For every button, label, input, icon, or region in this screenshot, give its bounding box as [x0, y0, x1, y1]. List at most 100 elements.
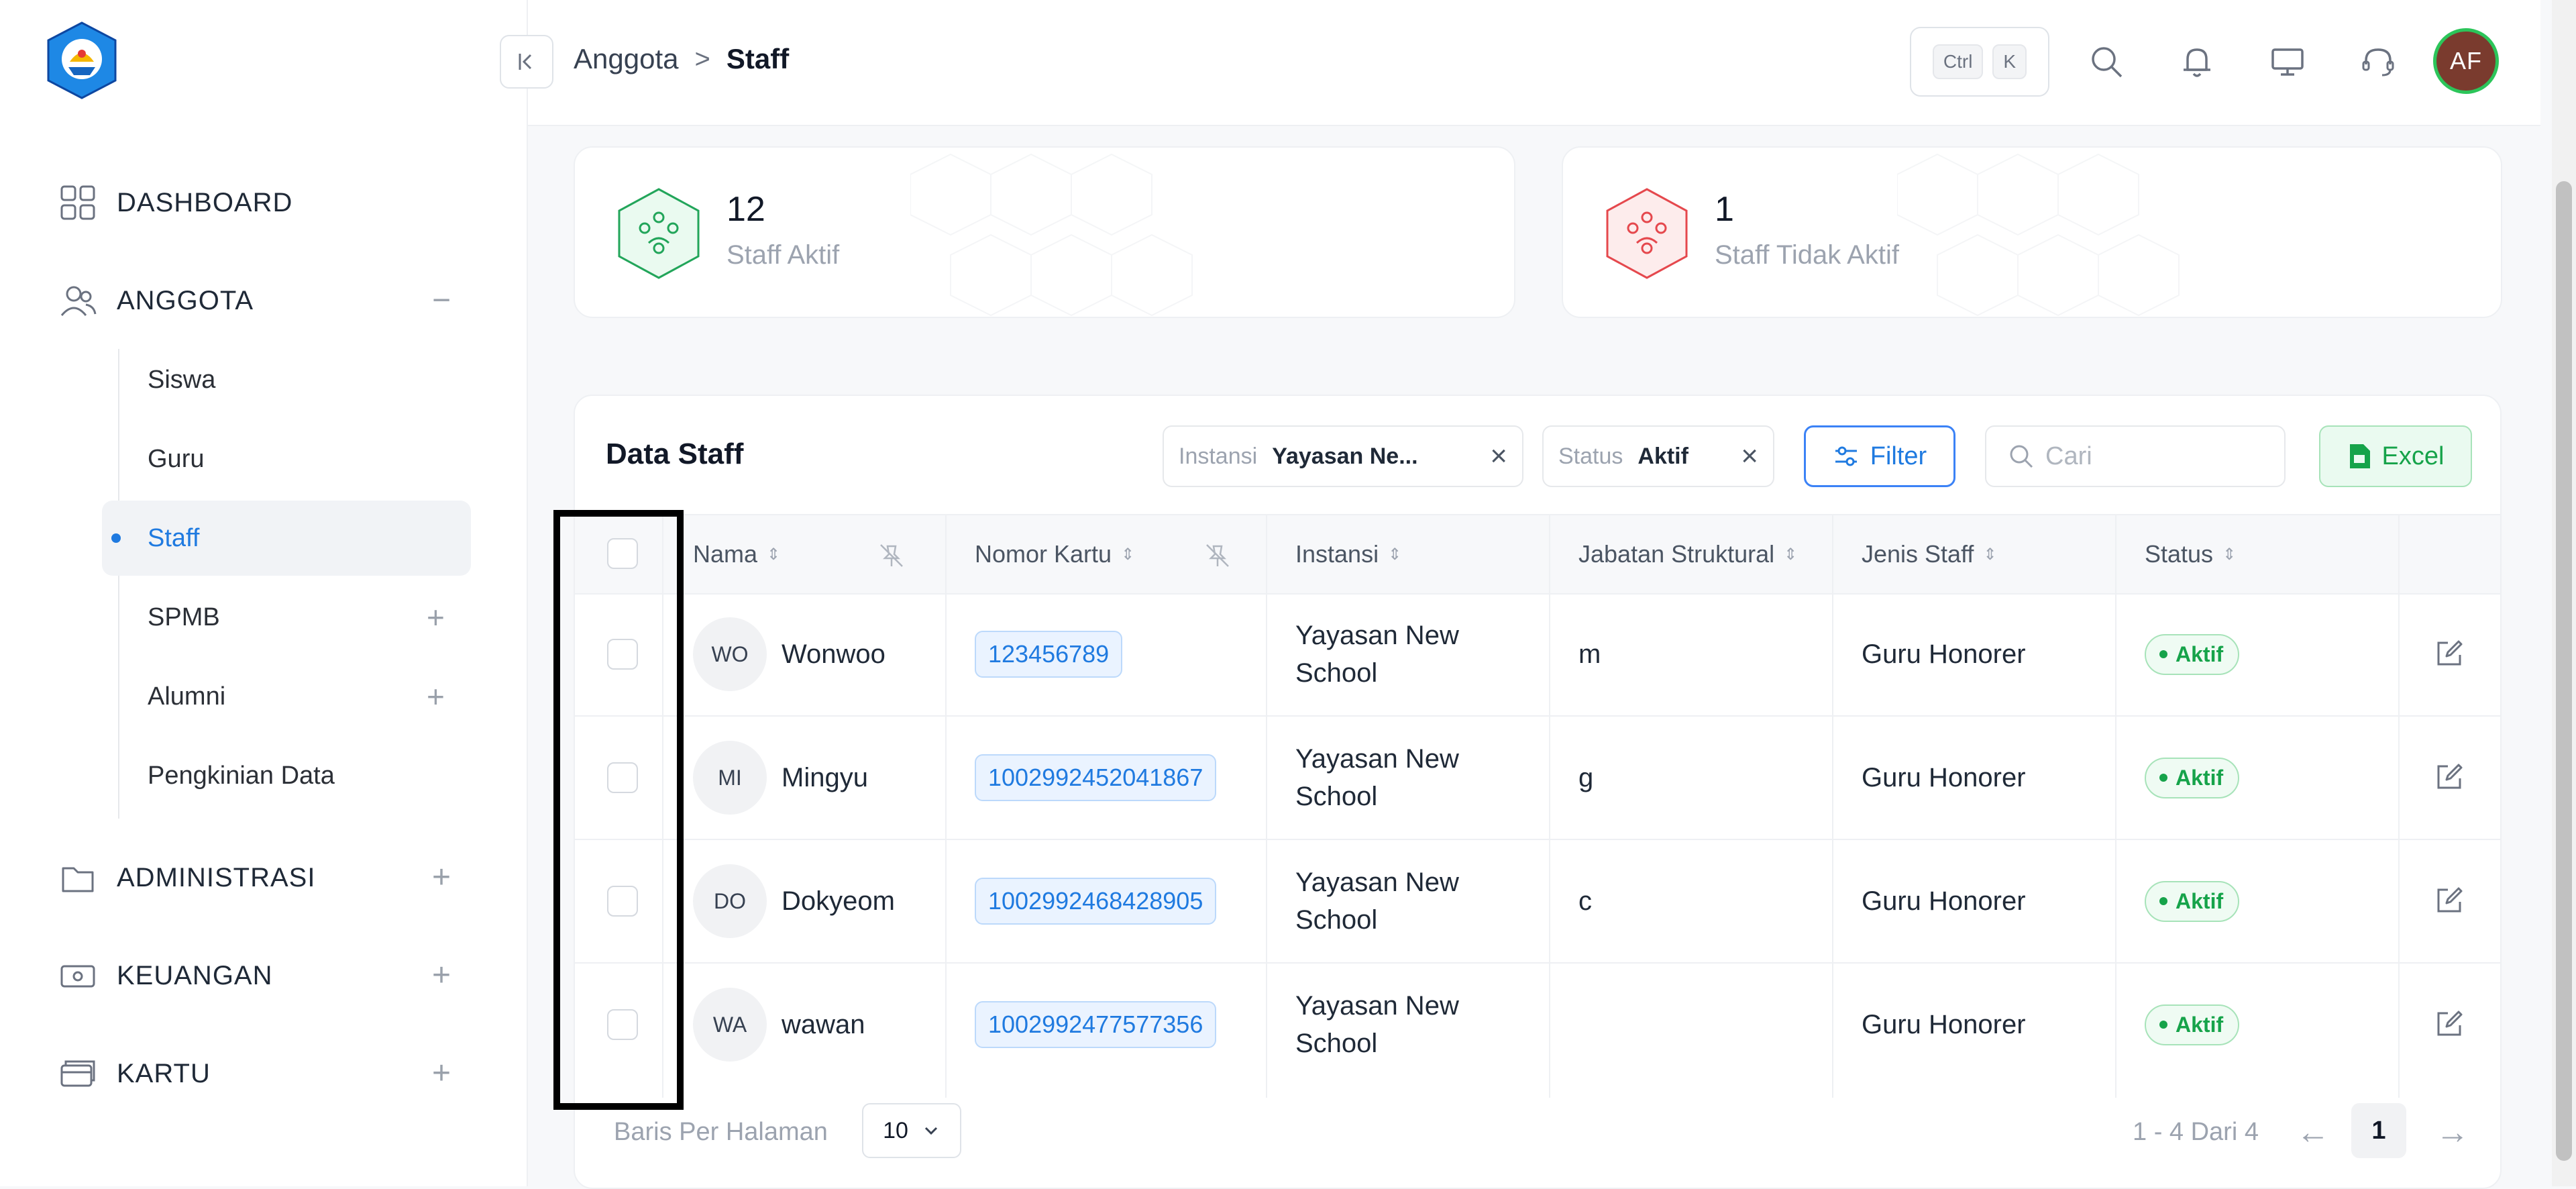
nav-kartu[interactable]: KARTU + [0, 1047, 527, 1100]
sidebar-item-pengkinian-data[interactable]: Pengkinian Data [102, 738, 471, 813]
user-avatar[interactable]: AF [2433, 28, 2499, 94]
export-excel-button[interactable]: Excel [2319, 425, 2472, 487]
cell-nomor-kartu: 123456789 [975, 593, 1123, 715]
next-page-arrow-icon[interactable]: → [2436, 1113, 2469, 1151]
table-row[interactable]: DO Dokyeom 1002992468428905 Yayasan New S… [575, 840, 2500, 964]
close-icon[interactable]: × [1490, 440, 1507, 473]
rows-per-page-select[interactable]: 10 [862, 1103, 961, 1158]
prev-page-arrow-icon[interactable]: ← [2296, 1113, 2330, 1151]
edit-icon[interactable] [2433, 637, 2465, 670]
nav-label-anggota: ANGGOTA [117, 285, 254, 315]
status-text: Aktif [2176, 765, 2224, 790]
column-header-instansi[interactable]: Instansi ⇕ [1295, 515, 1401, 593]
row-checkbox[interactable] [607, 639, 638, 670]
select-all-checkbox[interactable] [607, 538, 638, 569]
monitor-icon[interactable] [2269, 43, 2306, 81]
sort-icon[interactable]: ⇕ [1983, 545, 1996, 564]
sort-icon[interactable]: ⇕ [1388, 545, 1401, 564]
row-checkbox[interactable] [607, 1009, 638, 1040]
table-row[interactable]: MI Mingyu 1002992452041867 Yayasan New Sc… [575, 717, 2500, 840]
column-header-jabatan[interactable]: Jabatan Struktural ⇕ [1578, 515, 1797, 593]
column-header-jenis-staff[interactable]: Jenis Staff ⇕ [1862, 515, 1997, 593]
sidebar-item-spmb[interactable]: SPMB + [102, 580, 471, 655]
table-row[interactable]: WA wawan 1002992477577356 Yayasan New Sch… [575, 964, 2500, 1086]
filter-button[interactable]: Filter [1804, 425, 1955, 487]
card-number-badge[interactable]: 123456789 [975, 631, 1123, 678]
unpin-icon[interactable] [878, 542, 905, 569]
headset-icon[interactable] [2359, 43, 2397, 81]
topbar [528, 0, 2540, 126]
table-footer: Baris Per Halaman 10 1 - 4 Dari 4 ← 1 → [575, 1094, 2500, 1188]
collapse-icon[interactable]: − [427, 285, 456, 317]
row-checkbox[interactable] [607, 886, 638, 917]
collapse-sidebar-button[interactable] [500, 35, 553, 89]
sidebar-item-staff[interactable]: Staff [102, 501, 471, 576]
chip-value: Yayasan Ne... [1272, 443, 1418, 469]
cell-jabatan: m [1578, 639, 1601, 669]
grid-icon [60, 185, 95, 220]
filter-chip-instansi[interactable]: Instansi Yayasan Ne... × [1163, 425, 1523, 487]
sort-icon[interactable]: ⇕ [1784, 545, 1797, 564]
stat-card-active: 12 Staff Aktif [574, 146, 1515, 318]
staff-name: Wonwoo [782, 639, 885, 669]
chevron-down-icon [924, 1127, 937, 1135]
status-badge: Aktif [2145, 880, 2240, 922]
table-row[interactable]: WO Wonwoo 123456789 Yayasan New School m … [575, 593, 2500, 717]
sort-icon[interactable]: ⇕ [2222, 545, 2236, 564]
expand-icon[interactable]: + [427, 678, 445, 715]
card-number-badge[interactable]: 1002992452041867 [975, 754, 1217, 801]
search-field[interactable] [1985, 425, 2286, 487]
avatar: WA [693, 988, 767, 1062]
cell-nama: WO Wonwoo [693, 593, 885, 715]
command-palette-shortcut[interactable]: Ctrl K [1910, 27, 2049, 97]
instansi-line: Yayasan New [1295, 868, 1459, 897]
cell-status: Aktif [2145, 717, 2240, 839]
column-header-nomor-kartu[interactable]: Nomor Kartu ⇕ [975, 515, 1134, 593]
team-active-icon [618, 188, 700, 279]
breadcrumb-anggota[interactable]: Anggota [574, 43, 678, 75]
sort-icon[interactable]: ⇕ [767, 545, 780, 564]
nav-label-dashboard: DASHBOARD [117, 187, 293, 217]
avatar: MI [693, 741, 767, 815]
sidebar-item-siswa[interactable]: Siswa [102, 342, 471, 417]
edit-icon[interactable] [2433, 761, 2465, 793]
status-dot-icon [2159, 1021, 2167, 1029]
avatar: DO [693, 864, 767, 938]
bell-icon[interactable] [2178, 43, 2216, 81]
nav-keuangan[interactable]: KEUANGAN + [0, 949, 527, 1002]
sidebar-item-guru[interactable]: Guru [102, 421, 471, 497]
folder-icon [62, 867, 94, 892]
search-icon[interactable] [2088, 43, 2125, 81]
search-input[interactable] [2044, 441, 2275, 472]
nav-dashboard[interactable]: DASHBOARD [0, 176, 527, 229]
expand-icon[interactable]: + [427, 599, 445, 635]
card-number-badge[interactable]: 1002992477577356 [975, 1001, 1217, 1048]
nav-anggota[interactable]: ANGGOTA − [0, 274, 527, 327]
edit-icon[interactable] [2433, 1008, 2465, 1040]
unpin-icon[interactable] [1204, 542, 1231, 569]
expand-icon[interactable]: + [427, 1057, 456, 1090]
filter-chip-status[interactable]: Status Aktif × [1542, 425, 1774, 487]
cell-jabatan: g [1578, 762, 1594, 792]
cell-instansi: Yayasan New School [1295, 840, 1497, 962]
sidebar-item-alumni[interactable]: Alumni + [102, 659, 471, 734]
row-checkbox[interactable] [607, 762, 638, 793]
nav-administrasi[interactable]: ADMINISTRASI + [0, 851, 527, 904]
column-header-status[interactable]: Status ⇕ [2145, 515, 2236, 593]
school-logo[interactable] [42, 20, 122, 101]
page-button[interactable]: 1 [2351, 1103, 2406, 1158]
close-icon[interactable]: × [1741, 440, 1758, 473]
expand-icon[interactable]: + [427, 862, 456, 894]
users-icon [60, 286, 97, 316]
scrollbar-thumb[interactable] [2556, 181, 2572, 1161]
hexagon-pattern-decoration [910, 153, 1193, 317]
sort-icon[interactable]: ⇕ [1121, 545, 1134, 564]
expand-icon[interactable]: + [427, 960, 456, 992]
card-number-badge[interactable]: 1002992468428905 [975, 878, 1217, 925]
column-header-nama[interactable]: Nama ⇕ [693, 515, 780, 593]
cell-instansi: Yayasan New School [1295, 717, 1497, 839]
search-icon [2010, 445, 2033, 468]
edit-icon[interactable] [2433, 884, 2465, 917]
cell-jenis-staff: Guru Honorer [1862, 639, 2026, 669]
sidebar-item-label: Staff [148, 523, 200, 552]
